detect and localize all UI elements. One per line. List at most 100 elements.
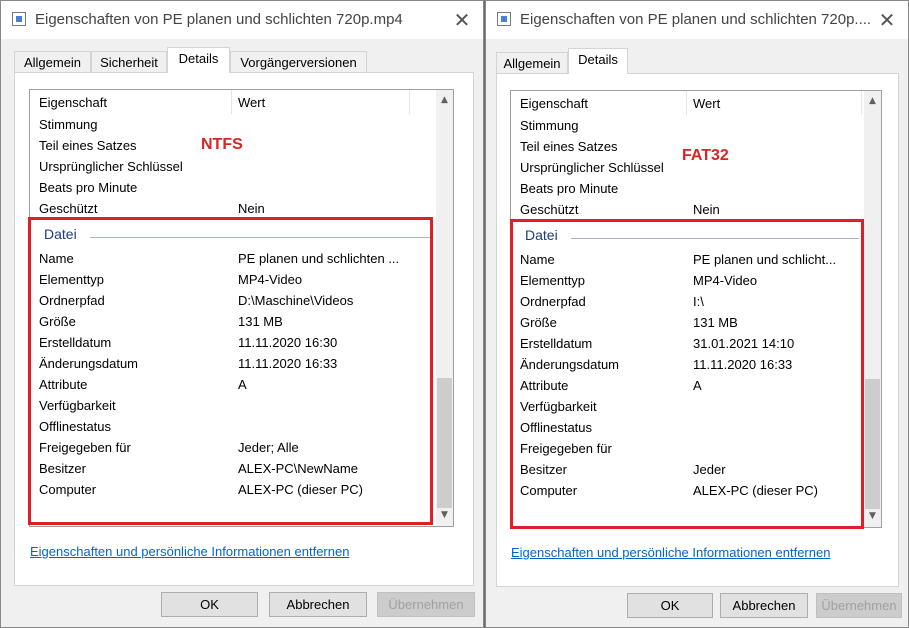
cancel-button[interactable]: Abbrechen: [269, 592, 367, 617]
property-value: 31.01.2021 14:10: [693, 336, 795, 351]
list-item[interactable]: Änderungsdatum 11.11.2020 16:33: [520, 355, 792, 375]
property-label: Beats pro Minute: [520, 181, 619, 196]
list-item[interactable]: Verfügbarkeit: [520, 397, 597, 417]
property-value: 11.11.2020 16:33: [693, 357, 793, 372]
column-header-value[interactable]: Wert: [238, 95, 265, 110]
video-file-icon: [497, 12, 511, 26]
property-label: Computer: [520, 483, 578, 498]
column-header-property[interactable]: Eigenschaft: [39, 95, 107, 110]
list-item[interactable]: Stimmung: [520, 116, 579, 136]
property-label: Größe: [39, 314, 76, 329]
window-title: Eigenschaften von PE planen und schlicht…: [35, 11, 403, 28]
list-item[interactable]: Offlinestatus: [520, 418, 592, 438]
list-item[interactable]: Erstelldatum 11.11.2020 16:30: [39, 333, 337, 353]
list-item[interactable]: Computer ALEX-PC (dieser PC): [520, 481, 818, 501]
list-item[interactable]: Teil eines Satzes: [520, 137, 618, 157]
property-label: Teil eines Satzes: [520, 139, 618, 154]
property-value: Nein: [238, 201, 265, 216]
property-value: A: [238, 377, 247, 392]
list-item[interactable]: Elementtyp MP4-Video: [39, 270, 302, 290]
ok-button[interactable]: OK: [161, 592, 258, 617]
list-item[interactable]: Freigegeben für: [520, 439, 612, 459]
tab-details[interactable]: Details: [167, 47, 230, 73]
list-item[interactable]: Geschützt Nein: [39, 199, 265, 219]
list-item[interactable]: Beats pro Minute: [520, 179, 618, 199]
property-value: MP4-Video: [693, 273, 758, 288]
list-item[interactable]: Offlinestatus: [39, 417, 111, 437]
property-label: Geschützt: [520, 202, 579, 217]
property-label: Ordnerpfad: [520, 294, 586, 309]
close-icon[interactable]: ✕: [874, 7, 900, 33]
property-value: D:\Maschine\Videos: [238, 293, 354, 308]
list-item[interactable]: Name PE planen und schlicht...: [520, 250, 836, 270]
list-item[interactable]: Ordnerpfad D:\Maschine\Videos: [39, 291, 353, 311]
list-item[interactable]: Attribute A: [39, 375, 247, 395]
remove-properties-link[interactable]: Eigenschaften und persönliche Informatio…: [511, 545, 830, 560]
list-item[interactable]: Änderungsdatum 11.11.2020 16:33: [39, 354, 337, 374]
column-header-value[interactable]: Wert: [693, 96, 720, 111]
property-label: Erstelldatum: [39, 335, 112, 350]
window-title: Eigenschaften von PE planen und schlicht…: [520, 11, 872, 28]
list-item[interactable]: Verfügbarkeit: [39, 396, 116, 416]
list-item[interactable]: Größe 131 MB: [39, 312, 283, 332]
group-header-datei[interactable]: Datei: [525, 227, 859, 247]
filesystem-annotation: NTFS: [201, 136, 243, 153]
property-list[interactable]: Eigenschaft Wert Stimmung Teil eines Sat…: [29, 89, 454, 527]
close-icon[interactable]: ✕: [449, 7, 475, 33]
chevron-down-icon[interactable]: ▼: [436, 507, 453, 524]
chevron-down-icon[interactable]: ▼: [864, 508, 881, 525]
list-item[interactable]: Teil eines Satzes: [39, 136, 137, 156]
list-item[interactable]: Besitzer Jeder: [520, 460, 726, 480]
property-label: Computer: [39, 482, 97, 497]
list-item[interactable]: Beats pro Minute: [39, 178, 137, 198]
apply-button[interactable]: Übernehmen: [816, 593, 902, 618]
ok-button[interactable]: OK: [627, 593, 713, 618]
vertical-scrollbar[interactable]: ▲ ▼: [436, 90, 453, 526]
list-item[interactable]: Elementtyp MP4-Video: [520, 271, 757, 291]
list-item[interactable]: Computer ALEX-PC (dieser PC): [39, 480, 363, 500]
property-label: Freigegeben für: [520, 441, 612, 456]
property-value: PE planen und schlicht...: [693, 252, 837, 267]
chevron-up-icon[interactable]: ▲: [864, 93, 881, 110]
property-label: Ordnerpfad: [39, 293, 105, 308]
property-label: Freigegeben für: [39, 440, 131, 455]
remove-properties-link[interactable]: Eigenschaften und persönliche Informatio…: [30, 544, 349, 559]
title-bar[interactable]: Eigenschaften von PE planen und schlicht…: [1, 1, 483, 39]
tab-vorgaengerversionen[interactable]: Vorgängerversionen: [230, 51, 367, 73]
property-value: I:\: [693, 294, 704, 309]
tab-sicherheit[interactable]: Sicherheit: [91, 51, 167, 73]
property-label: Attribute: [520, 378, 569, 393]
apply-button[interactable]: Übernehmen: [377, 592, 475, 617]
column-separator: [686, 91, 687, 115]
list-item[interactable]: Name PE planen und schlichten ...: [39, 249, 399, 269]
list-item[interactable]: Ordnerpfad I:\: [520, 292, 704, 312]
title-bar[interactable]: Eigenschaften von PE planen und schlicht…: [486, 1, 908, 39]
property-label: Name: [520, 252, 555, 267]
chevron-up-icon[interactable]: ▲: [436, 92, 453, 109]
list-item[interactable]: Ursprünglicher Schlüssel: [39, 157, 183, 177]
property-value: Nein: [693, 202, 720, 217]
list-item[interactable]: Freigegeben für Jeder; Alle: [39, 438, 299, 458]
cancel-button[interactable]: Abbrechen: [720, 593, 808, 618]
list-item[interactable]: Attribute A: [520, 376, 702, 396]
list-item[interactable]: Stimmung: [39, 115, 98, 135]
property-value: ALEX-PC\NewName: [238, 461, 358, 476]
group-divider: [90, 237, 431, 238]
scrollbar-thumb[interactable]: [437, 378, 452, 508]
property-label: Teil eines Satzes: [39, 138, 137, 153]
property-label: Attribute: [39, 377, 88, 392]
scrollbar-thumb[interactable]: [865, 379, 880, 509]
list-item[interactable]: Ursprünglicher Schlüssel: [520, 158, 664, 178]
list-item[interactable]: Geschützt Nein: [520, 200, 720, 220]
tab-allgemein[interactable]: Allgemein: [496, 52, 568, 74]
tab-allgemein[interactable]: Allgemein: [14, 51, 91, 73]
tab-details[interactable]: Details: [568, 48, 628, 74]
list-item[interactable]: Erstelldatum 31.01.2021 14:10: [520, 334, 794, 354]
vertical-scrollbar[interactable]: ▲ ▼: [864, 91, 881, 527]
property-value: 131 MB: [693, 315, 738, 330]
property-label: Verfügbarkeit: [39, 398, 116, 413]
column-header-property[interactable]: Eigenschaft: [520, 96, 588, 111]
list-item[interactable]: Besitzer ALEX-PC\NewName: [39, 459, 358, 479]
group-header-datei[interactable]: Datei: [44, 226, 431, 246]
list-item[interactable]: Größe 131 MB: [520, 313, 738, 333]
